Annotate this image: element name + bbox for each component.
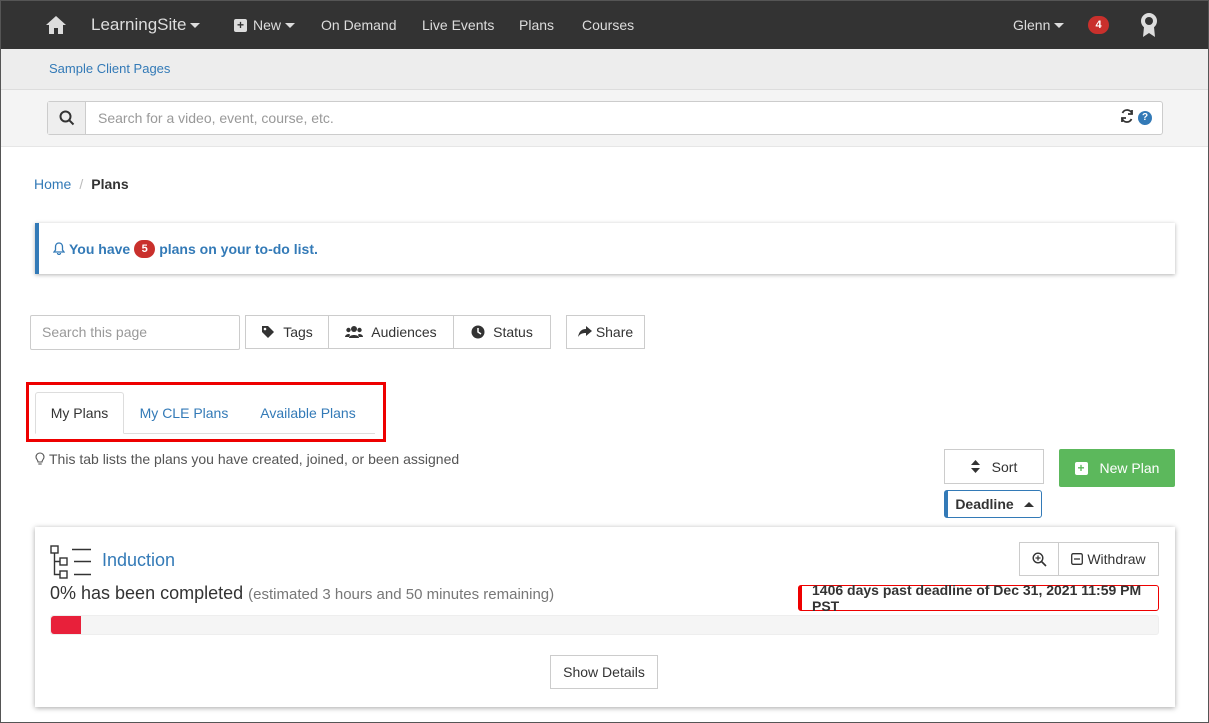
withdraw-label: Withdraw [1087,551,1146,567]
sort-button[interactable]: Sort [944,449,1044,484]
new-plan-button[interactable]: + New Plan [1059,449,1175,487]
bell-icon [53,242,65,255]
status-label: Status [493,324,533,340]
zoom-in-icon [1031,551,1047,567]
sort-label: Sort [991,458,1018,475]
show-details-button[interactable]: Show Details [550,655,658,689]
todo-count-badge: 5 [134,239,156,258]
brand-menu[interactable]: LearningSite [91,1,201,49]
user-menu[interactable]: Glenn [1013,1,1065,49]
sort-deadline-toggle[interactable]: Deadline [944,490,1042,518]
global-search-input[interactable]: Search for a video, event, course, etc. [98,110,334,126]
minus-square-icon [1071,553,1084,565]
breadcrumb-current: Plans [91,176,129,192]
nav-link-plans[interactable]: Plans [519,1,554,49]
breadcrumb-home-link[interactable]: Home [34,176,71,192]
nav-link-on-demand[interactable]: On Demand [321,1,396,49]
tags-filter-button[interactable]: Tags [245,315,329,349]
plus-square-icon: + [1074,461,1088,475]
global-search-bar: Search for a video, event, course, etc. … [1,90,1208,147]
tags-label: Tags [283,324,313,340]
lightbulb-icon [35,452,45,466]
client-pages-bar: Sample Client Pages [1,49,1208,90]
sample-client-pages-link[interactable]: Sample Client Pages [49,61,170,76]
tab-my-plans[interactable]: My Plans [35,392,124,434]
sort-icon [970,460,980,473]
top-navbar: LearningSite + New On Demand Live Events… [1,1,1208,49]
plan-progress-text: 0% has been completed (estimated 3 hours… [50,583,554,604]
users-icon [345,325,364,339]
global-search-field[interactable]: Search for a video, event, course, etc. … [47,101,1163,135]
zoom-in-button[interactable] [1019,542,1059,576]
search-icon [48,102,86,134]
plan-title-link[interactable]: Induction [102,550,175,571]
sort-deadline-label: Deadline [955,496,1014,512]
breadcrumb-separator: / [79,176,84,192]
new-plan-label: New Plan [1099,460,1160,476]
plus-square-icon: + [234,18,247,32]
deadline-warning: 1406 days past deadline of Dec 31, 2021 … [798,582,1159,614]
progress-estimate: (estimated 3 hours and 50 minutes remain… [248,586,555,603]
refresh-icon[interactable] [1120,109,1134,126]
audiences-label: Audiences [371,324,437,340]
tab-hint-text: This tab lists the plans you have create… [49,451,460,467]
home-icon[interactable] [45,1,67,49]
progress-label: 0% has been completed [50,583,244,603]
notifications-button[interactable]: 4 [1088,1,1109,49]
nav-link-courses[interactable]: Courses [582,1,634,49]
chevron-down-icon [190,22,201,28]
alert-prefix: You have [69,240,131,257]
withdraw-button[interactable]: Withdraw [1058,542,1159,576]
help-icon[interactable]: ? [1138,110,1152,125]
chevron-down-icon [285,22,296,28]
chevron-down-icon [1054,22,1065,28]
tab-available-plans[interactable]: Available Plans [251,392,365,434]
share-label: Share [595,324,634,340]
alert-suffix: plans on your to-do list. [159,240,318,257]
clock-icon [471,325,485,339]
new-label: New [253,17,282,33]
page-search-input[interactable]: Search this page [30,315,240,350]
nav-link-live-events[interactable]: Live Events [422,1,494,49]
tab-my-cle-plans[interactable]: My CLE Plans [131,392,237,434]
audiences-filter-button[interactable]: Audiences [328,315,454,349]
tab-hint: This tab lists the plans you have create… [35,451,459,467]
share-button[interactable]: Share [566,315,645,349]
breadcrumb: Home / Plans [34,176,129,192]
plan-card: Induction Withdraw 0% has been completed… [35,527,1175,707]
chevron-up-icon [1023,501,1034,507]
progress-bar-fill [51,616,81,634]
notification-count-badge: 4 [1088,16,1109,34]
user-name: Glenn [1013,17,1051,33]
status-filter-button[interactable]: Status [453,315,551,349]
share-icon [577,326,592,338]
new-menu[interactable]: + New [234,1,296,49]
brand-label: LearningSite [91,15,187,34]
plan-tree-icon [50,545,92,582]
progress-bar [50,615,1159,635]
todo-alert: You have 5 plans on your to-do list. [35,223,1175,274]
tag-icon [261,325,275,339]
award-icon[interactable] [1139,1,1159,49]
